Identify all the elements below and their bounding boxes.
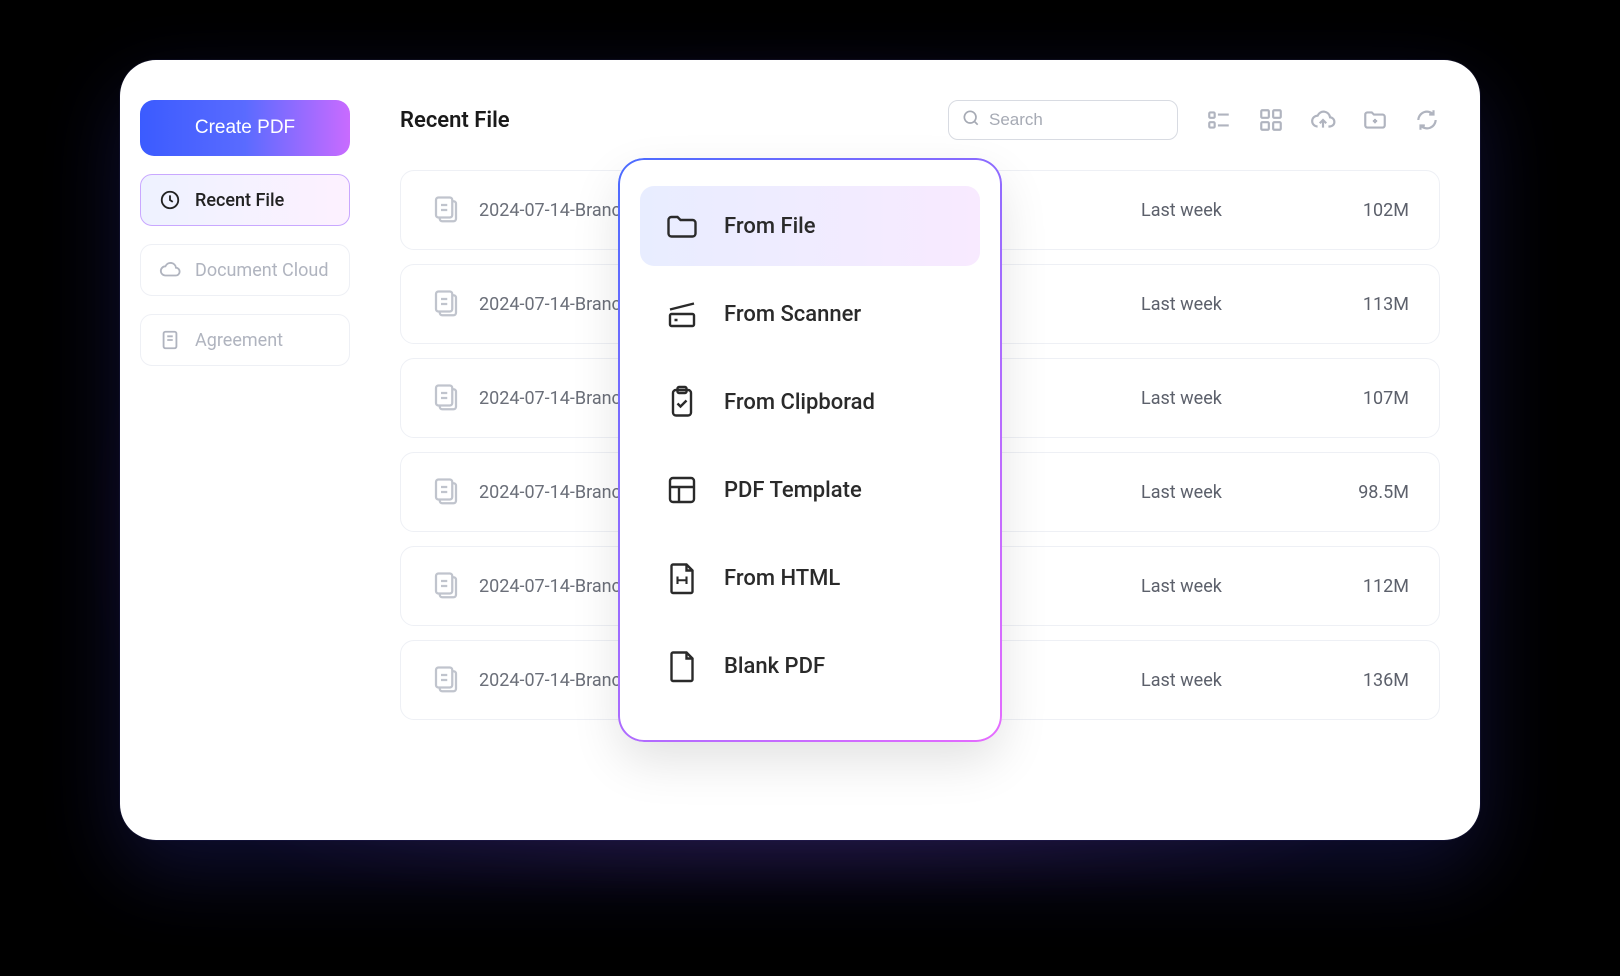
search-box[interactable] <box>948 100 1178 140</box>
list-view-icon[interactable] <box>1206 107 1232 133</box>
menu-label: From Clipborad <box>724 390 875 415</box>
file-name: 2024-07-14-Branc <box>479 294 621 315</box>
menu-pdf-template[interactable]: PDF Template <box>640 450 980 530</box>
file-icon <box>431 477 461 507</box>
folder-icon <box>664 208 700 244</box>
new-folder-icon[interactable] <box>1362 107 1388 133</box>
file-icon <box>431 195 461 225</box>
file-date: Last week <box>1141 576 1301 597</box>
file-size: 113M <box>1319 294 1409 315</box>
file-date: Last week <box>1141 482 1301 503</box>
clipboard-check-icon <box>664 384 700 420</box>
file-date: Last week <box>1141 388 1301 409</box>
file-size: 112M <box>1319 576 1409 597</box>
layout-icon <box>664 472 700 508</box>
scanner-icon <box>664 296 700 332</box>
file-name: 2024-07-14-Branc <box>479 388 621 409</box>
menu-label: From File <box>724 214 816 239</box>
file-icon <box>431 571 461 601</box>
menu-label: From HTML <box>724 566 840 591</box>
search-icon <box>961 108 981 132</box>
file-icon <box>431 289 461 319</box>
sidebar-item-label: Document Cloud <box>195 260 328 281</box>
header-tools <box>948 100 1440 140</box>
sidebar-item-recent-file[interactable]: Recent File <box>140 174 350 226</box>
blank-file-icon <box>664 648 700 684</box>
menu-blank-pdf[interactable]: Blank PDF <box>640 626 980 706</box>
menu-from-html[interactable]: From HTML <box>640 538 980 618</box>
grid-view-icon[interactable] <box>1258 107 1284 133</box>
page-title: Recent File <box>400 108 510 133</box>
file-name: 2024-07-14-Branc <box>479 482 621 503</box>
refresh-icon[interactable] <box>1414 107 1440 133</box>
create-pdf-menu: From File From Scanner From Clipborad PD… <box>620 160 1000 740</box>
file-name: 2024-07-14-Branc <box>479 576 621 597</box>
file-date: Last week <box>1141 670 1301 691</box>
file-name: 2024-07-14-Branc <box>479 200 621 221</box>
file-date: Last week <box>1141 200 1301 221</box>
file-date: Last week <box>1141 294 1301 315</box>
upload-cloud-icon[interactable] <box>1310 107 1336 133</box>
menu-from-clipboard[interactable]: From Clipborad <box>640 362 980 442</box>
app-window: Create PDF Recent File Document Cloud Ag… <box>120 60 1480 840</box>
cloud-icon <box>159 259 181 281</box>
menu-from-scanner[interactable]: From Scanner <box>640 274 980 354</box>
menu-from-file[interactable]: From File <box>640 186 980 266</box>
document-icon <box>159 329 181 351</box>
file-size: 136M <box>1319 670 1409 691</box>
clock-icon <box>159 189 181 211</box>
file-icon <box>431 665 461 695</box>
menu-label: From Scanner <box>724 302 861 327</box>
create-pdf-button[interactable]: Create PDF <box>140 100 350 156</box>
file-icon <box>431 383 461 413</box>
html-file-icon <box>664 560 700 596</box>
menu-label: Blank PDF <box>724 654 825 679</box>
sidebar-item-document-cloud[interactable]: Document Cloud <box>140 244 350 296</box>
sidebar-item-label: Recent File <box>195 190 284 211</box>
file-size: 107M <box>1319 388 1409 409</box>
sidebar: Create PDF Recent File Document Cloud Ag… <box>120 60 370 840</box>
file-size: 102M <box>1319 200 1409 221</box>
toolbar-icons <box>1206 107 1440 133</box>
search-input[interactable] <box>989 110 1210 130</box>
file-name: 2024-07-14-Branc <box>479 670 621 691</box>
header-row: Recent File <box>400 100 1440 140</box>
file-size: 98.5M <box>1319 482 1409 503</box>
sidebar-item-agreement[interactable]: Agreement <box>140 314 350 366</box>
menu-label: PDF Template <box>724 478 862 503</box>
sidebar-item-label: Agreement <box>195 330 283 351</box>
